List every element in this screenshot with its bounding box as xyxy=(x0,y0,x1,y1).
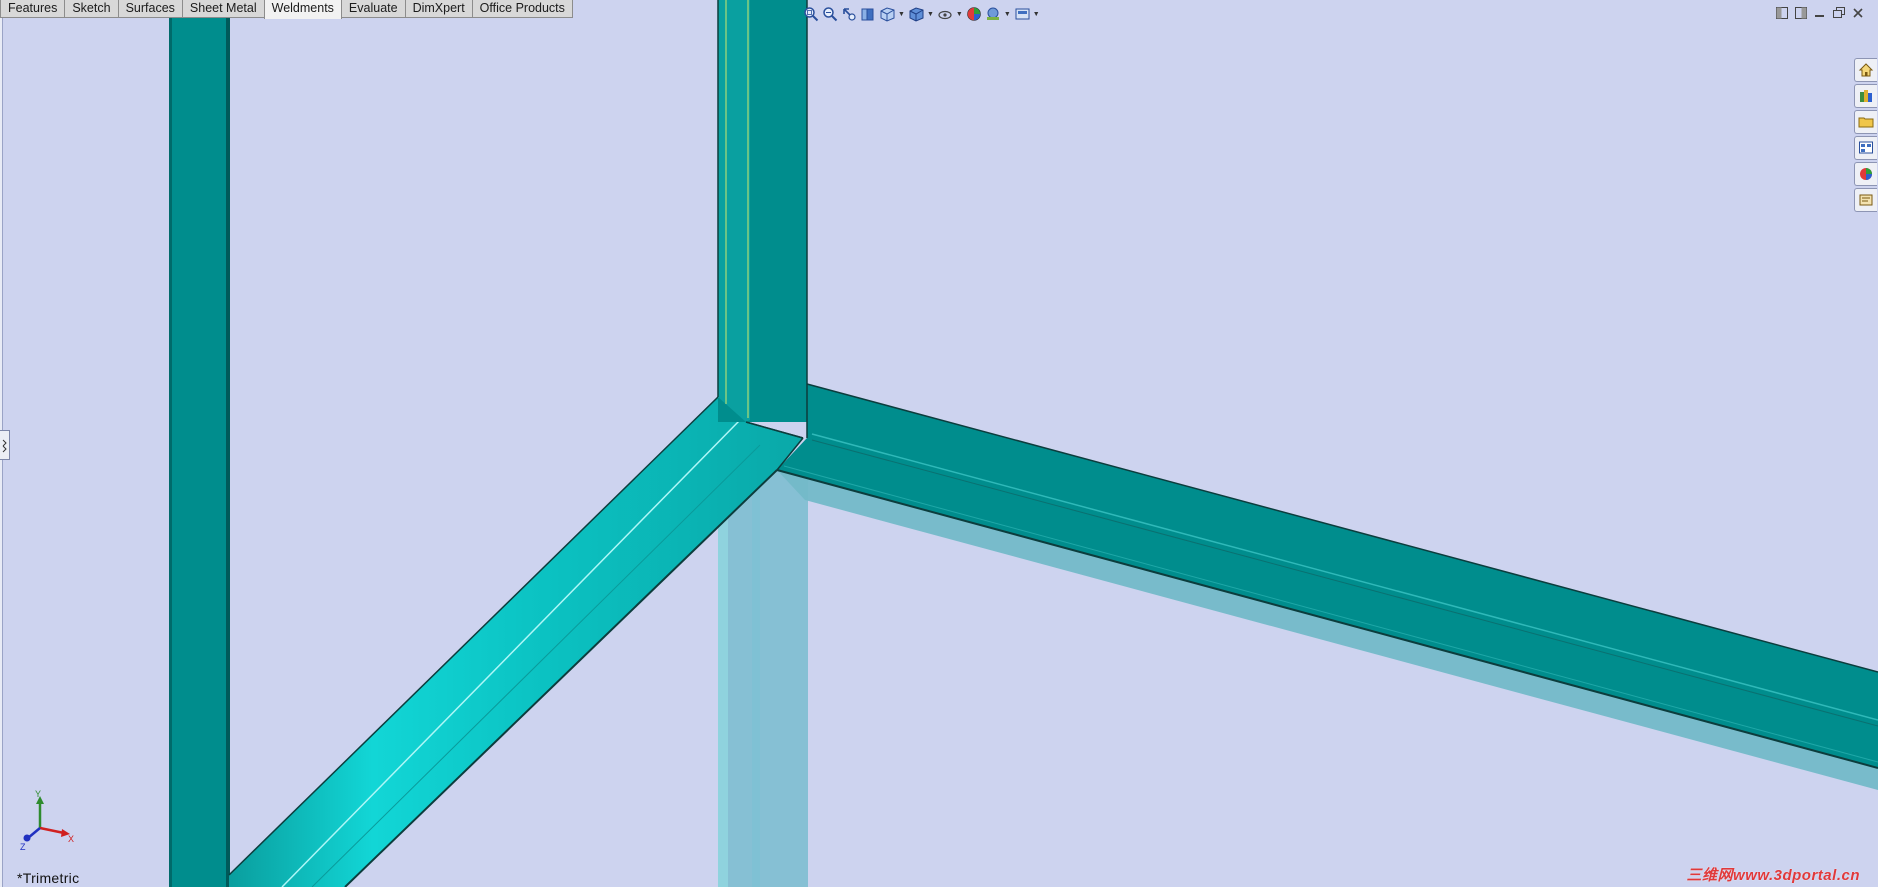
chevron-down-icon: ▼ xyxy=(926,10,934,18)
tab-evaluate[interactable]: Evaluate xyxy=(340,0,406,18)
restore-icon xyxy=(1832,6,1845,18)
view-palette-icon xyxy=(1859,141,1873,154)
feature-manager-flyout-toggle[interactable] xyxy=(0,430,10,460)
previous-view-button[interactable] xyxy=(841,4,857,24)
diagonal-member xyxy=(228,396,804,887)
file-explorer-icon xyxy=(1858,117,1874,128)
zoom-to-fit-icon xyxy=(804,7,819,22)
chevron-down-icon: ▼ xyxy=(955,10,963,18)
resources-home-icon xyxy=(1858,63,1874,77)
triad-axes-icon: Y X Z xyxy=(20,789,74,852)
weldment-model xyxy=(169,0,1878,887)
hide-show-items-icon xyxy=(938,10,952,20)
zoom-to-area-icon xyxy=(823,7,838,22)
chevron-down-icon: ▼ xyxy=(1032,10,1040,18)
task-pane-tabs xyxy=(1854,58,1878,212)
edit-appearance-icon xyxy=(967,7,981,21)
chevron-right-icon xyxy=(2,439,7,453)
restore-button[interactable] xyxy=(1832,6,1845,19)
apply-scene-button[interactable]: ▼ xyxy=(985,4,1011,24)
appearances-scenes-icon xyxy=(1860,168,1872,180)
document-window-controls xyxy=(1775,6,1864,19)
close-button[interactable] xyxy=(1851,6,1864,19)
view-settings-icon xyxy=(1015,8,1030,20)
triad-y-label: Y xyxy=(35,790,41,799)
task-tab-file-explorer[interactable] xyxy=(1854,110,1877,134)
triad-z-label: Z xyxy=(20,842,26,850)
tab-features[interactable]: Features xyxy=(0,0,66,18)
tab-dimxpert[interactable]: DimXpert xyxy=(404,0,473,18)
view-orientation-button[interactable]: ▼ xyxy=(879,4,905,24)
minimize-button[interactable] xyxy=(1813,6,1826,19)
tab-office-products[interactable]: Office Products xyxy=(471,0,573,18)
triad-x-label: X xyxy=(68,834,74,844)
design-library-icon xyxy=(1860,90,1872,102)
horizontal-beam-member xyxy=(776,383,1878,769)
edit-appearance-button[interactable] xyxy=(966,4,982,24)
minimize-icon xyxy=(1814,14,1824,17)
heads-up-view-toolbar: ▼ ▼ ▼ ▼ ▼ xyxy=(803,3,1040,25)
close-icon xyxy=(1852,7,1863,18)
reference-triad: Y X Z xyxy=(18,789,78,855)
graphics-area[interactable] xyxy=(0,0,1878,887)
tab-sheet-metal[interactable]: Sheet Metal xyxy=(181,0,265,18)
task-tab-resources[interactable] xyxy=(1854,58,1877,82)
chevron-down-icon: ▼ xyxy=(1003,10,1011,18)
view-orientation-label: *Trimetric xyxy=(17,870,80,886)
tile-right-button[interactable] xyxy=(1794,6,1807,19)
display-style-button[interactable]: ▼ xyxy=(908,4,934,24)
solidworks-window: Features Sketch Surfaces Sheet Metal Wel… xyxy=(0,0,1878,887)
chevron-down-icon: ▼ xyxy=(898,10,905,18)
top-vertical-member xyxy=(717,0,808,471)
view-orientation-icon xyxy=(880,7,895,22)
section-view-button[interactable] xyxy=(860,4,876,24)
section-view-icon xyxy=(861,8,874,21)
view-settings-button[interactable]: ▼ xyxy=(1014,4,1040,24)
hide-show-items-button[interactable]: ▼ xyxy=(937,4,963,24)
tab-sketch[interactable]: Sketch xyxy=(64,0,119,18)
apply-scene-icon xyxy=(986,7,999,20)
display-style-icon xyxy=(909,7,924,22)
task-tab-design-library[interactable] xyxy=(1854,84,1877,108)
task-tab-custom-properties[interactable] xyxy=(1854,188,1877,212)
ghost-vertical-member xyxy=(718,470,808,887)
zoom-to-fit-button[interactable] xyxy=(803,4,819,24)
left-vertical-member xyxy=(169,0,230,887)
command-manager-tabs: Features Sketch Surfaces Sheet Metal Wel… xyxy=(0,0,573,19)
zoom-to-area-button[interactable] xyxy=(822,4,838,24)
watermark-text: 三维网www.3dportal.cn xyxy=(1686,867,1860,884)
task-tab-view-palette[interactable] xyxy=(1854,136,1877,160)
tile-right-icon xyxy=(1794,6,1807,19)
tile-left-button[interactable] xyxy=(1775,6,1788,19)
tile-left-icon xyxy=(1775,6,1788,19)
tab-weldments[interactable]: Weldments xyxy=(263,0,342,19)
custom-properties-icon xyxy=(1859,194,1873,206)
task-tab-appearances-scenes[interactable] xyxy=(1854,162,1877,186)
previous-view-icon xyxy=(843,8,856,21)
tab-surfaces[interactable]: Surfaces xyxy=(117,0,183,18)
